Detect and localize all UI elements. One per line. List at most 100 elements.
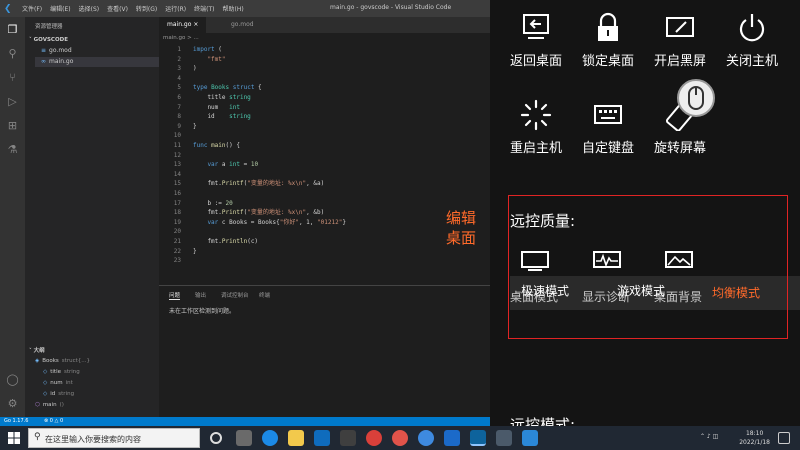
code-line[interactable]: 22}: [159, 247, 490, 256]
back-desktop-button[interactable]: 返回桌面: [498, 12, 574, 69]
code-line[interactable]: 12: [159, 151, 490, 160]
code-line[interactable]: 6 title string: [159, 93, 490, 102]
widget-app-icon[interactable]: [236, 430, 252, 446]
code-line[interactable]: 13 var a int = 10: [159, 160, 490, 169]
code-line[interactable]: 20: [159, 227, 490, 236]
close-icon[interactable]: ×: [193, 21, 198, 28]
panel-tab-terminal[interactable]: 终端: [259, 291, 270, 299]
gear-icon[interactable]: ⚙: [6, 397, 19, 410]
explorer-sidebar: 资源管理器 ˅ GOVSCODE ≡ go.mod ∞ main.go ˅ 大纲 ◈…: [25, 17, 159, 417]
outline-item-main[interactable]: ⬡ main(): [35, 402, 64, 408]
account-icon[interactable]: ◯: [6, 373, 19, 386]
file-main-go[interactable]: ∞ main.go: [35, 57, 159, 67]
line-number: 14: [173, 170, 181, 178]
taskbar-search-box[interactable]: ⚲ 在这里输入你要搜索的内容: [28, 428, 200, 448]
black-screen-button[interactable]: 开启黑屏: [642, 12, 718, 69]
code-line[interactable]: 16: [159, 189, 490, 198]
tab-go-mod[interactable]: go.mod: [223, 17, 262, 33]
file-go-mod[interactable]: ≡ go.mod: [35, 46, 159, 56]
file-name: go.mod: [49, 47, 72, 54]
outline-item-books[interactable]: ◈ Books struct{...}: [35, 358, 90, 364]
store-app-icon[interactable]: [340, 430, 356, 446]
activity-bar: ❐ ⚲ ⑂ ▷ ⊞ ⚗ ◯ ⚙: [0, 17, 25, 417]
menu-file[interactable]: 文件(F): [18, 4, 46, 13]
problems-count[interactable]: ⊗ 0 △ 0: [44, 418, 63, 424]
code-line[interactable]: 17 b := 20: [159, 199, 490, 208]
panel-tab-problems[interactable]: 问题: [169, 291, 181, 300]
menu-run[interactable]: 运行(R): [161, 4, 190, 13]
code-line[interactable]: 19 var c Books = Books{"你好", 1, "01212"}: [159, 218, 490, 227]
system-tray-icons[interactable]: ⌃ ♪ ◫: [700, 433, 718, 440]
remote-app-icon[interactable]: [444, 430, 460, 446]
code-line[interactable]: 9}: [159, 122, 490, 131]
panel-tab-output[interactable]: 输出: [195, 291, 206, 299]
code-line[interactable]: 2 "fmt": [159, 55, 490, 64]
panel-tab-debug-console[interactable]: 调试控制台: [221, 291, 249, 299]
code-line[interactable]: 21 fmt.Println(c): [159, 237, 490, 246]
code-token: (: [214, 46, 222, 53]
code-line[interactable]: 7 num int: [159, 103, 490, 112]
custom-keyboard-button[interactable]: 自定键盘: [570, 99, 646, 156]
code-line[interactable]: 1 import (: [159, 45, 490, 54]
code-line[interactable]: 3): [159, 64, 490, 73]
taskbar-clock[interactable]: 18:10 2022/1/18: [739, 429, 770, 447]
task-view-icon[interactable]: [210, 432, 222, 444]
outline-item-id[interactable]: ◇ id string: [43, 391, 74, 397]
menu-terminal[interactable]: 终端(T): [190, 4, 218, 13]
tab-main-go[interactable]: main.go ×: [159, 17, 207, 33]
lock-desktop-button[interactable]: 锁定桌面: [570, 12, 646, 69]
code-token: Books: [207, 84, 230, 92]
menu-help[interactable]: 帮助(H): [218, 4, 247, 13]
notification-icon[interactable]: [778, 432, 790, 444]
code-line[interactable]: 8 id string: [159, 112, 490, 121]
vscode-taskbar-icon[interactable]: [470, 430, 486, 446]
edge-browser-icon[interactable]: [262, 430, 278, 446]
edit-desktop-label[interactable]: 编辑桌面: [446, 208, 480, 248]
run-debug-icon[interactable]: ▷: [6, 95, 19, 108]
code-line[interactable]: 5 type Books struct {: [159, 83, 490, 92]
pinned-app-icon[interactable]: [496, 430, 512, 446]
extensions-icon[interactable]: ⊞: [6, 119, 19, 132]
file-explorer-icon[interactable]: [288, 430, 304, 446]
menu-view[interactable]: 查看(V): [103, 4, 132, 13]
outline-item-num[interactable]: ◇ num int: [43, 380, 73, 386]
code-line[interactable]: 18 fmt.Printf("变量的地址: %x\n", &b): [159, 208, 490, 217]
mail-app-icon[interactable]: [314, 430, 330, 446]
shutdown-button[interactable]: 关闭主机: [714, 12, 790, 69]
line-number: 7: [177, 103, 181, 111]
outline-item-title[interactable]: ◇ title string: [43, 369, 80, 375]
clock-time: 18:10: [745, 430, 764, 437]
outline-title: 大纲: [33, 348, 45, 354]
go-version[interactable]: Go 1.17.6: [4, 418, 28, 424]
bottom-panel: 问题 输出 调试控制台 终端 未在工作区检测到问题。: [159, 285, 490, 417]
code-token: Println: [221, 238, 248, 245]
breadcrumb[interactable]: main.go > ...: [163, 35, 199, 41]
explorer-icon[interactable]: ❐: [6, 23, 19, 36]
todesk-app-icon[interactable]: [522, 430, 538, 446]
code-line[interactable]: 10: [159, 131, 490, 140]
code-token: }: [193, 247, 197, 255]
testing-icon[interactable]: ⚗: [6, 143, 19, 156]
code-line[interactable]: 4: [159, 74, 490, 83]
source-control-icon[interactable]: ⑂: [6, 71, 19, 84]
menu-select[interactable]: 选择(S): [75, 4, 104, 13]
outline-detail: string: [58, 391, 75, 397]
outline-detail: struct{...}: [61, 358, 90, 364]
search-icon[interactable]: ⚲: [6, 47, 19, 60]
workspace-section[interactable]: ˅ GOVSCODE: [29, 37, 68, 43]
code-line[interactable]: 15 fmt.Printf("变量的地址: %x\n", &a): [159, 179, 490, 188]
code-line[interactable]: 14: [159, 170, 490, 179]
line-number: 13: [173, 161, 181, 169]
menu-edit[interactable]: 编辑(E): [46, 4, 74, 13]
code-line[interactable]: 11 func main() {: [159, 141, 490, 150]
code-line[interactable]: 23: [159, 256, 490, 265]
chat-app-icon[interactable]: [418, 430, 434, 446]
menu-goto[interactable]: 转到(G): [132, 4, 161, 13]
windows-start-icon[interactable]: [8, 432, 20, 444]
outline-section[interactable]: ˅ 大纲: [29, 346, 45, 354]
mouse-widget-icon[interactable]: [676, 78, 716, 118]
chrome-browser-2-icon[interactable]: [392, 430, 408, 446]
chrome-browser-icon[interactable]: [366, 430, 382, 446]
code-token: fmt.: [193, 180, 222, 188]
restart-button[interactable]: 重启主机: [498, 99, 574, 156]
